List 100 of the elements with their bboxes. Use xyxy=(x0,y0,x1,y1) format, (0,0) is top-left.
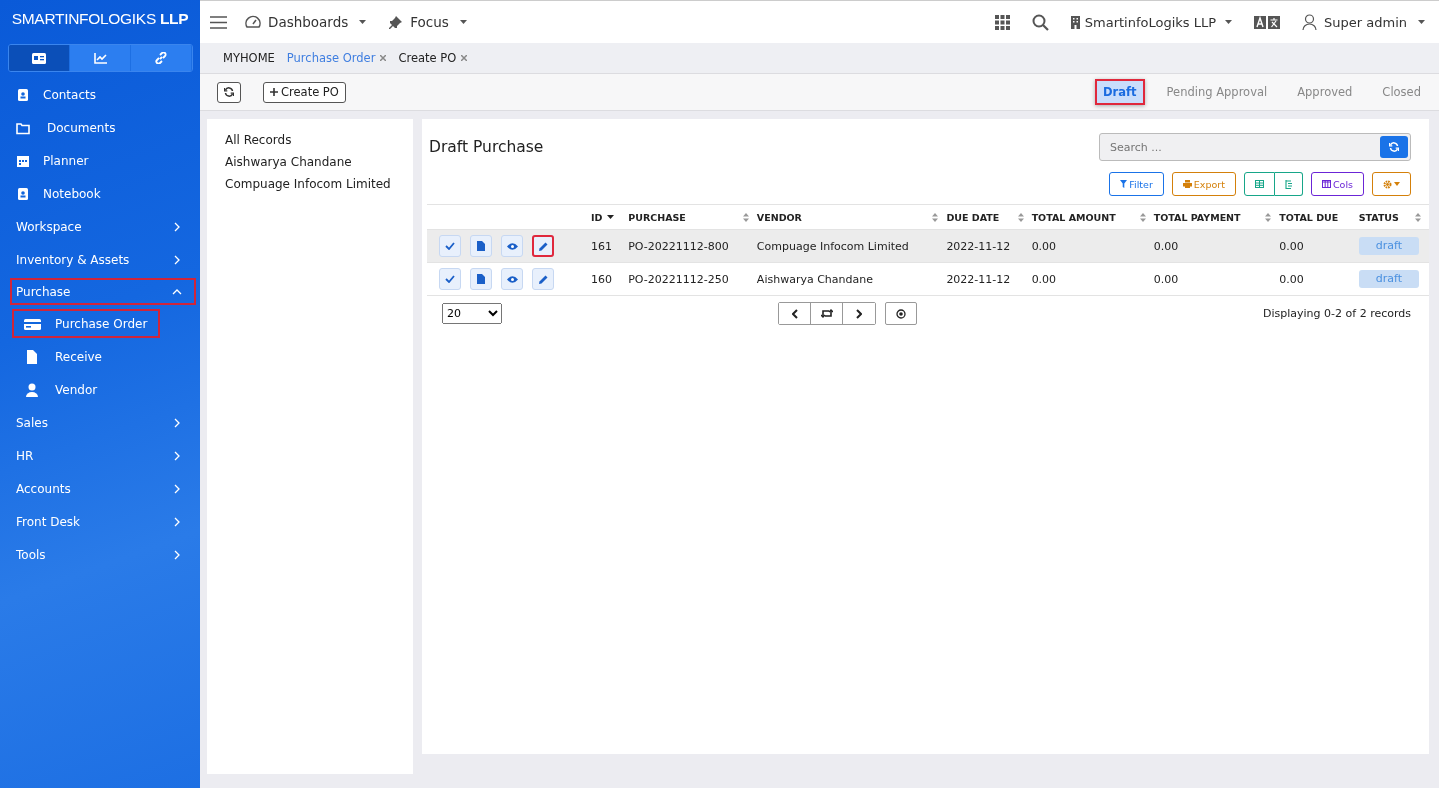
edit-button[interactable] xyxy=(532,268,554,290)
sidebar-item[interactable]: Planner xyxy=(0,144,196,177)
top-menu[interactable]: Dashboards xyxy=(245,14,367,30)
table-row[interactable]: 161 PO-20221112-800 Compuage Infocom Limited 2022-11-12 0.00 0.00 0.00 draft xyxy=(427,229,1429,263)
column-header[interactable]: DUE DATE xyxy=(946,211,1000,223)
document-icon xyxy=(477,241,485,251)
edit-button[interactable] xyxy=(532,235,554,257)
menu-icon[interactable] xyxy=(210,15,227,29)
chevron-left-icon xyxy=(791,308,798,319)
document-icon xyxy=(477,274,485,284)
approve-button[interactable] xyxy=(439,235,461,257)
grid-view-button[interactable] xyxy=(1243,172,1275,196)
filter-button[interactable]: Filter xyxy=(1109,172,1164,196)
column-header[interactable]: STATUS xyxy=(1358,211,1399,223)
chevron-icon xyxy=(172,221,182,232)
chevron-icon xyxy=(172,450,182,461)
sidebar-tab[interactable] xyxy=(9,45,70,71)
apps-grid-icon[interactable] xyxy=(994,14,1010,30)
table-cell: 0.00 xyxy=(1153,262,1280,296)
sidebar-item[interactable]: Notebook xyxy=(0,177,196,210)
list-view-button[interactable] xyxy=(1274,172,1303,196)
sort-icon[interactable] xyxy=(932,212,939,222)
create-po-button[interactable]: Create PO xyxy=(263,81,346,103)
sidebar-group[interactable]: Accounts xyxy=(0,472,196,505)
sidebar-item-icon xyxy=(24,382,41,397)
filter-item[interactable]: Aishwarya Chandane xyxy=(225,155,413,169)
sidebar-group[interactable]: Tools xyxy=(0,538,196,571)
sidebar-item-icon xyxy=(16,186,30,201)
sidebar-item-icon xyxy=(16,120,30,135)
sidebar-group[interactable]: Workspace xyxy=(0,210,196,243)
card-title: Draft Purchase xyxy=(429,138,544,158)
link-icon xyxy=(155,52,167,64)
chevron-icon xyxy=(172,549,182,560)
chevron-icon xyxy=(172,417,182,428)
sidebar-subitem[interactable]: Purchase Order xyxy=(12,309,160,338)
chevron-icon xyxy=(172,483,182,494)
sidebar-subitem[interactable]: Vendor xyxy=(0,373,196,406)
close-icon[interactable] xyxy=(380,55,387,61)
sort-desc-icon[interactable] xyxy=(607,215,615,219)
page-tab[interactable]: Create PO xyxy=(398,51,468,65)
table-cell: PO-20221112-250 xyxy=(628,262,757,296)
table-cell: 2022-11-12 xyxy=(946,262,1032,296)
table-cell: 0.00 xyxy=(1153,229,1280,263)
search-field[interactable]: Search ... xyxy=(1099,133,1411,161)
sort-icon[interactable] xyxy=(742,212,749,222)
sidebar-item[interactable]: Contacts xyxy=(0,78,196,111)
table-cell: 0.00 xyxy=(1031,262,1154,296)
gauge-icon xyxy=(245,15,261,29)
table-cell: Compuage Infocom Limited xyxy=(756,229,947,263)
status-tab[interactable]: Draft xyxy=(1095,79,1145,105)
search-icon[interactable] xyxy=(1031,13,1049,31)
close-icon[interactable] xyxy=(461,55,468,61)
sidebar-tab[interactable] xyxy=(131,45,192,71)
column-header[interactable]: VENDOR xyxy=(756,211,802,223)
sort-icon[interactable] xyxy=(1415,212,1421,222)
sidebar-item[interactable]: Documents xyxy=(0,111,196,144)
view-button[interactable] xyxy=(501,268,523,290)
column-header[interactable]: TOTAL PAYMENT xyxy=(1153,211,1241,223)
column-header[interactable]: PURCHASE xyxy=(628,211,686,223)
refresh-button[interactable] xyxy=(217,81,241,103)
company-menu[interactable]: SmartinfoLogiks LLP xyxy=(1070,14,1233,30)
filter-item[interactable]: Compuage Infocom Limited xyxy=(225,177,413,191)
sidebar-group[interactable]: Sales xyxy=(0,406,196,439)
caret-icon xyxy=(359,20,367,24)
pin-icon xyxy=(388,14,404,30)
target-icon xyxy=(896,308,906,319)
table-cell: 160 xyxy=(591,262,629,296)
sort-icon[interactable] xyxy=(1265,212,1272,222)
previous-page-button[interactable] xyxy=(779,303,811,324)
columns-button[interactable]: Cols xyxy=(1310,172,1364,196)
search-refresh-button[interactable] xyxy=(1380,136,1408,158)
approve-button[interactable] xyxy=(439,268,461,290)
sidebar-group[interactable]: Purchase xyxy=(10,278,196,305)
document-button[interactable] xyxy=(470,235,492,257)
column-header[interactable]: ID xyxy=(591,211,603,223)
sidebar-group[interactable]: HR xyxy=(0,439,196,472)
table-cell: 0.00 xyxy=(1031,229,1154,263)
page-size-select[interactable]: 20 xyxy=(442,303,502,324)
user-menu[interactable]: Super admin xyxy=(1302,14,1425,30)
check-icon xyxy=(445,275,455,283)
page-tab[interactable]: Purchase Order xyxy=(286,51,387,65)
sort-icon[interactable] xyxy=(1017,212,1024,222)
translate-icon[interactable] xyxy=(1254,15,1281,29)
record-button[interactable] xyxy=(885,302,917,325)
sort-icon[interactable] xyxy=(1139,212,1146,222)
table-cell: PO-20221112-800 xyxy=(628,229,757,263)
pencil-icon xyxy=(538,241,548,251)
settings-button[interactable] xyxy=(1372,172,1411,196)
sidebar-group[interactable]: Inventory & Assets xyxy=(0,243,196,276)
status-badge: draft xyxy=(1358,270,1419,288)
sidebar-subitem[interactable]: Receive xyxy=(0,340,196,373)
column-header[interactable]: TOTAL AMOUNT xyxy=(1031,211,1116,223)
table-row[interactable]: 160 PO-20221112-250 Aishwarya Chandane 2022-11-12 0.00 0.00 0.00 draft xyxy=(427,262,1429,296)
top-menu[interactable]: Focus xyxy=(388,14,467,30)
column-header[interactable]: TOTAL DUE xyxy=(1279,211,1339,223)
filter-item[interactable]: All Records xyxy=(225,133,413,147)
view-button[interactable] xyxy=(501,235,523,257)
page-tab[interactable]: MYHOME xyxy=(223,51,275,65)
document-button[interactable] xyxy=(470,268,492,290)
sidebar-group[interactable]: Front Desk xyxy=(0,505,196,538)
